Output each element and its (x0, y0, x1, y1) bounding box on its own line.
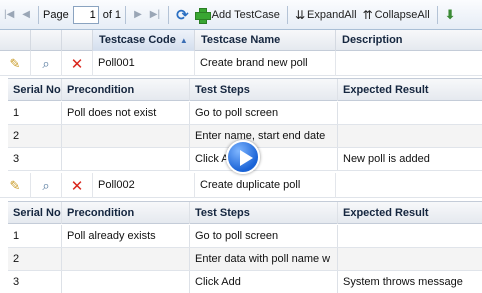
view-icon: ⌕ (42, 55, 50, 71)
cell-test-step: Click Add (190, 271, 338, 293)
cell-test-step: Enter name, start end date (190, 125, 338, 147)
column-header-serial[interactable]: Serial No (8, 79, 62, 101)
cell-precondition (62, 148, 190, 170)
view-button[interactable]: ⌕ (31, 51, 62, 76)
cell-test-step: Enter data with poll name w (190, 248, 338, 270)
page-number-input[interactable] (72, 5, 99, 24)
toolbar-separator (38, 5, 39, 24)
cell-testcase-code: Poll002 (93, 173, 195, 198)
expand-all-label: ExpandAll (307, 8, 357, 21)
view-button[interactable]: ⌕ (31, 173, 62, 198)
step-row[interactable]: 1 Poll does not exist Go to poll screen (8, 102, 482, 125)
cell-serial: 3 (8, 148, 62, 170)
delete-button[interactable]: ✕ (62, 51, 93, 76)
collapse-all-label: CollapseAll (374, 8, 430, 21)
column-header-testcase-code[interactable]: Testcase Code ▲ (93, 30, 195, 51)
column-header-expected-result[interactable]: Expected Result (338, 202, 482, 224)
column-header-test-steps[interactable]: Test Steps (190, 202, 338, 224)
add-testcase-button[interactable]: Add TestCase (192, 4, 283, 26)
step-row[interactable]: 3 Click Add System throws message (8, 271, 482, 293)
step-row[interactable]: 1 Poll already exists Go to poll screen (8, 225, 482, 248)
cell-serial: 1 (8, 102, 62, 124)
cell-expected-result (338, 248, 482, 270)
refresh-icon: ⟳ (176, 6, 189, 24)
pencil-icon: ✎ (9, 177, 21, 193)
toolbar-separator (286, 5, 288, 24)
toolbar-separator (125, 5, 127, 24)
prev-page-icon[interactable]: ◀ (18, 9, 34, 20)
step-row[interactable]: 2 Enter data with poll name w (8, 248, 482, 271)
delete-button[interactable]: ✕ (62, 173, 93, 198)
cell-serial: 1 (8, 225, 62, 247)
column-header-testcase-name[interactable]: Testcase Name (195, 30, 336, 51)
cell-expected-result: System throws message (343, 276, 463, 288)
steps-grid-header: Serial No Precondition Test Steps Expect… (8, 78, 482, 101)
cell-expected-result (338, 125, 482, 147)
cell-precondition (62, 248, 190, 270)
cell-testcase-name: Create brand new poll (195, 51, 336, 76)
cell-precondition (62, 125, 190, 147)
cell-serial: 2 (8, 248, 62, 270)
next-page-icon[interactable]: ▶ (130, 9, 146, 20)
expand-all-button[interactable]: ⇊ ExpandAll (292, 4, 360, 26)
testcase-row[interactable]: ✎ ⌕ ✕ Poll002 Create duplicate poll (0, 173, 482, 198)
add-icon (194, 7, 211, 24)
view-icon: ⌕ (42, 177, 50, 193)
add-testcase-label: Add TestCase (211, 8, 280, 21)
cell-testcase-name: Create duplicate poll (195, 173, 336, 198)
header-view-col (31, 30, 62, 51)
column-header-description[interactable]: Description (336, 30, 482, 51)
delete-icon: ✕ (70, 55, 84, 73)
cell-testcase-code: Poll001 (93, 51, 195, 76)
last-page-icon[interactable]: ▶| (146, 9, 164, 20)
toolbar-separator (436, 5, 438, 24)
cell-serial: 3 (8, 271, 62, 293)
cell-serial: 2 (8, 125, 62, 147)
refresh-button[interactable]: ⟳ (173, 4, 192, 26)
header-edit-col (0, 30, 31, 51)
pencil-icon: ✎ (9, 55, 21, 71)
collapse-all-icon: ⇈ (362, 7, 373, 22)
cell-description (336, 173, 482, 198)
cell-test-step: Click Add (190, 148, 338, 170)
cell-expected-result (338, 102, 482, 124)
first-page-icon[interactable]: |◀ (0, 9, 18, 20)
page-count-label: of 1 (102, 8, 122, 21)
cell-test-step: Go to poll screen (190, 102, 338, 124)
testcase-row[interactable]: ✎ ⌕ ✕ Poll001 Create brand new poll (0, 51, 482, 76)
toolbar-separator (168, 5, 170, 24)
cell-expected-result: New poll is added (343, 153, 430, 165)
column-header-precondition[interactable]: Precondition (62, 202, 190, 224)
cell-precondition: Poll already exists (62, 225, 190, 247)
header-delete-col (62, 30, 93, 51)
steps-grid-header: Serial No Precondition Test Steps Expect… (8, 201, 482, 224)
column-header-label: Testcase Code (99, 34, 176, 46)
column-header-serial[interactable]: Serial No (8, 202, 62, 224)
page-label: Page (43, 8, 69, 21)
cell-precondition: Poll does not exist (62, 102, 190, 124)
cell-description (336, 51, 482, 76)
cell-expected-result (338, 225, 482, 247)
column-header-expected-result[interactable]: Expected Result (338, 79, 482, 101)
collapse-all-button[interactable]: ⇈ CollapseAll (360, 4, 433, 26)
export-button[interactable]: ⬇ (442, 4, 459, 26)
expand-all-icon: ⇊ (294, 7, 305, 22)
column-header-test-steps[interactable]: Test Steps (190, 79, 338, 101)
play-icon[interactable] (226, 140, 260, 174)
cell-precondition (62, 271, 190, 293)
cell-test-step: Go to poll screen (190, 225, 338, 247)
export-icon: ⬇ (444, 6, 456, 22)
grid-header: Testcase Code ▲ Testcase Name Description (0, 30, 482, 51)
edit-button[interactable]: ✎ (0, 173, 31, 198)
delete-icon: ✕ (70, 177, 84, 195)
toolbar: |◀ ◀ Page of 1 ▶ ▶| ⟳ Add TestCase ⇊ Exp… (0, 0, 482, 30)
column-header-precondition[interactable]: Precondition (62, 79, 190, 101)
sort-asc-icon: ▲ (179, 36, 188, 45)
edit-button[interactable]: ✎ (0, 51, 31, 76)
